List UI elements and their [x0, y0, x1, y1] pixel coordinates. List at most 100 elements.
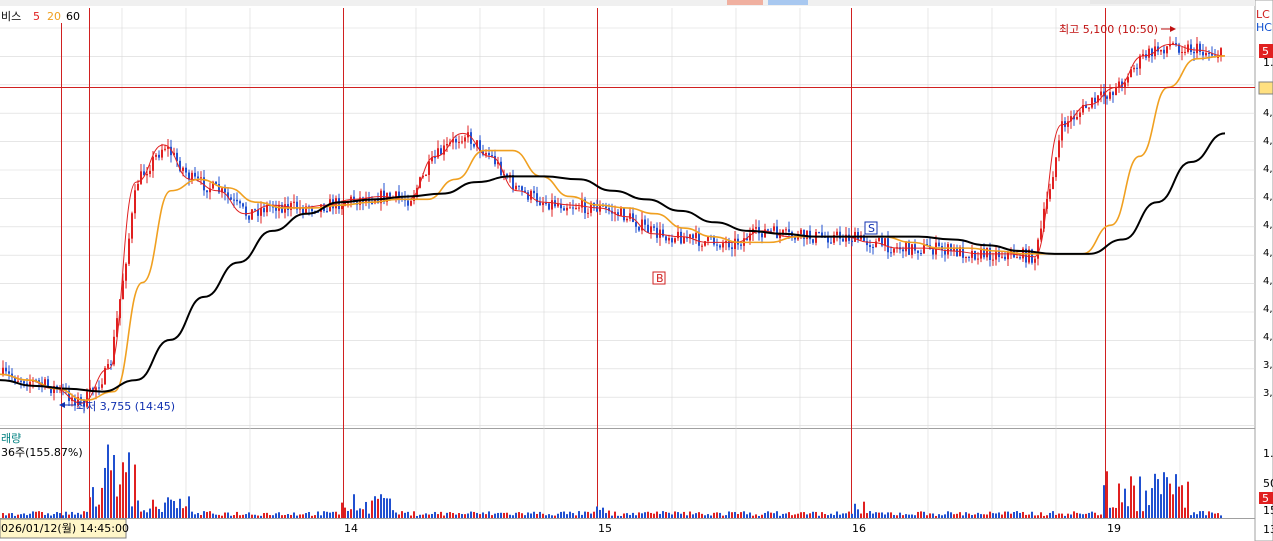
volume-bar: [239, 515, 241, 518]
candle-body: [1217, 56, 1219, 58]
candle-body: [1160, 49, 1162, 52]
volume-bar: [1121, 502, 1123, 518]
volume-bar: [242, 514, 244, 518]
volume-bar: [1109, 507, 1111, 518]
volume-bar: [674, 511, 676, 518]
candle-body: [965, 256, 967, 258]
price-panel[interactable]: [0, 0, 1255, 428]
candle-body: [158, 154, 160, 158]
volume-bar: [2, 513, 4, 518]
candle-body: [515, 185, 517, 190]
legend-prefix: 비스: [1, 10, 21, 23]
volume-bar: [248, 512, 250, 518]
right-vol-tick3: 15: [1263, 504, 1273, 517]
volume-bar: [101, 487, 103, 518]
candle-body: [1181, 51, 1183, 53]
candle-body: [947, 244, 949, 255]
volume-bar: [23, 513, 25, 518]
volume-bar: [191, 511, 193, 518]
candle-body: [251, 209, 253, 220]
candle-body: [185, 167, 187, 173]
volume-bar: [35, 511, 37, 518]
candle-body: [629, 213, 631, 219]
volume-bar: [1175, 474, 1177, 518]
volume-bar: [350, 509, 352, 518]
candle-body: [662, 229, 664, 237]
volume-bar: [311, 515, 313, 518]
volume-bar: [308, 512, 310, 518]
volume-bar: [698, 512, 700, 518]
volume-bar: [992, 513, 994, 518]
volume-bar: [323, 511, 325, 518]
toolbar-button-red[interactable]: [727, 0, 763, 5]
candle-body: [98, 387, 100, 389]
volume-bar: [437, 514, 439, 518]
candle-body: [194, 172, 196, 177]
candle-body: [623, 208, 625, 221]
volume-bar: [236, 511, 238, 518]
volume-bar: [1040, 512, 1042, 518]
volume-bar: [995, 513, 997, 518]
candle-body: [773, 226, 775, 231]
volume-bar: [5, 515, 7, 518]
volume-bar: [872, 513, 874, 518]
candle-body: [290, 202, 292, 210]
candle-body: [656, 227, 658, 238]
volume-bar: [623, 513, 625, 518]
volume-bar: [602, 507, 604, 518]
volume-bar: [863, 501, 865, 518]
volume-bar: [617, 515, 619, 518]
candle-body: [44, 379, 46, 386]
volume-bar: [947, 511, 949, 518]
candle-body: [254, 209, 256, 211]
toolbar-button-blue[interactable]: [768, 0, 808, 5]
candle-body: [1163, 49, 1165, 54]
toolbar-button-grey[interactable]: [1090, 0, 1170, 4]
volume-bar: [338, 514, 340, 518]
volume-bar: [1097, 515, 1099, 518]
volume-bar: [962, 515, 964, 518]
candle-body: [17, 380, 19, 382]
volume-bar: [668, 512, 670, 518]
volume-bar: [398, 514, 400, 518]
candle-body: [152, 156, 154, 171]
volume-bar: [152, 499, 154, 518]
candle-body: [665, 236, 667, 241]
volume-bar: [734, 511, 736, 518]
volume-bar: [305, 513, 307, 518]
volume-bar: [380, 494, 382, 518]
volume-bar: [629, 514, 631, 518]
volume-bar: [554, 515, 556, 518]
candle-body: [161, 149, 163, 158]
stock-chart[interactable]: 비스 5 20 60 최고 5,100 (10:50) 최저 3,755 (14…: [0, 0, 1273, 541]
candle-body: [1205, 52, 1207, 56]
volume-bar: [794, 514, 796, 518]
volume-bar: [293, 512, 295, 518]
candle-body: [155, 154, 157, 157]
volume-bar: [560, 511, 562, 518]
volume-bar: [512, 515, 514, 518]
volume-bar: [1058, 513, 1060, 518]
volume-bar: [929, 513, 931, 518]
volume-bar: [1130, 476, 1132, 518]
volume-bar: [383, 498, 385, 518]
volume-bar: [776, 511, 778, 518]
volume-bar: [227, 512, 229, 518]
volume-bar: [251, 514, 253, 518]
volume-bar: [1064, 515, 1066, 518]
volume-bar: [446, 512, 448, 518]
volume-bar: [326, 511, 328, 518]
volume-bar: [1049, 512, 1051, 518]
volume-bar: [389, 498, 391, 518]
candle-body: [530, 190, 532, 200]
volume-bar: [842, 513, 844, 518]
candle-body: [1016, 257, 1018, 259]
volume-bar: [1019, 512, 1021, 518]
volume-bar: [692, 514, 694, 518]
volume-bar: [359, 508, 361, 518]
volume-bar: [938, 514, 940, 518]
volume-bar: [1112, 507, 1114, 518]
candle-body: [938, 242, 940, 247]
volume-bar: [839, 514, 841, 518]
candle-body: [563, 208, 565, 211]
